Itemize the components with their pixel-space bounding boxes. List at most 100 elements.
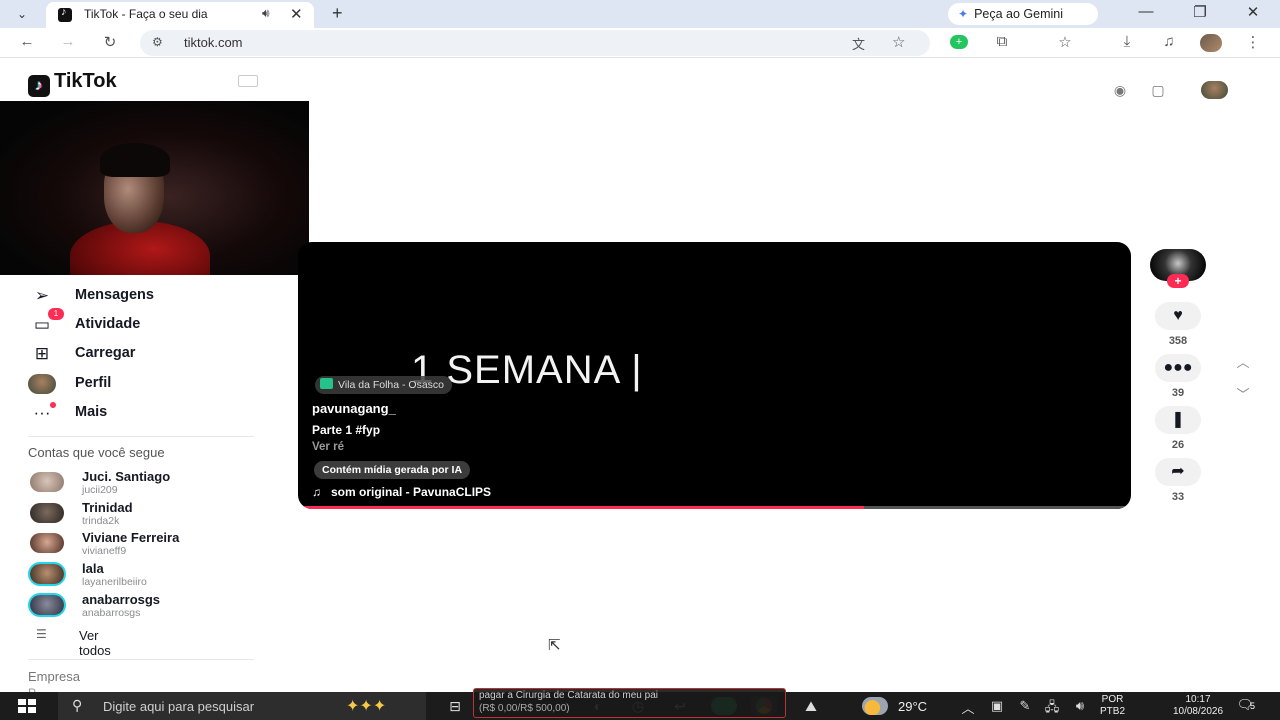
sidebar-item-label: Mais <box>75 404 108 420</box>
search-highlight-sparkle-icon: ✦✦✦ <box>346 698 387 715</box>
inbox-tray-icon[interactable]: ▢ <box>1148 82 1168 99</box>
gemini-label: Peça ao Gemini <box>974 7 1063 21</box>
taskbar-clock[interactable]: 10:17 10/08/2026 <box>1172 694 1224 718</box>
sidebar-item-label: Perfil <box>75 375 112 391</box>
download-icon[interactable]: ⤓ <box>1115 33 1139 50</box>
sidebar-collapse-icon[interactable] <box>238 75 258 87</box>
restore-icon[interactable]: ❐ <box>1185 3 1215 21</box>
language-indicator[interactable]: POR PTB2 <box>1100 694 1125 718</box>
tab-close-icon[interactable]: ✕ <box>290 5 303 23</box>
location-icon <box>320 378 333 389</box>
location-tag[interactable]: Vila da Folha - Osasco <box>315 376 453 394</box>
video-progress-bar[interactable] <box>298 506 1131 509</box>
notification-count: 5 <box>1250 701 1256 711</box>
previous-video-chevron-up-icon[interactable]: ︿ <box>1231 352 1255 370</box>
tiktok-logo[interactable]: ♪ TikTok <box>28 70 117 97</box>
see-more-link[interactable]: Ver ré <box>312 441 344 453</box>
back-icon[interactable]: ← <box>15 33 39 50</box>
sidebar-item-label: Carregar <box>75 345 136 361</box>
lang-line2: PTB2 <box>1100 706 1126 717</box>
avatar <box>30 503 64 523</box>
network-icon[interactable]: 🖧 <box>1042 698 1062 720</box>
bookmarks-icon[interactable]: ☆ <box>1053 33 1077 51</box>
new-tab-button[interactable]: + <box>332 3 343 24</box>
following-account-item[interactable]: Viviane Ferreira vivianeff9 <box>28 530 268 560</box>
preview-title: pagar a Cirurgia de Catarata do meu pai <box>479 690 658 701</box>
weather-icon[interactable] <box>862 697 888 715</box>
music-note-icon: ♫ <box>312 485 321 499</box>
location-label: Vila da Folha - Osasco <box>338 379 445 391</box>
following-account-item[interactable]: Juci. Santiago jucii209 <box>28 469 268 499</box>
sound-link[interactable]: ♫ som original - PavunaCLIPS <box>312 485 491 499</box>
browser-tab[interactable]: TikTok - Faça o seu dia 🔊︎ ✕ <box>46 2 314 28</box>
comment-button[interactable]: ●●● <box>1155 354 1201 382</box>
eye-icon[interactable]: ◉ <box>1110 82 1130 99</box>
clock-date: 10/08/2026 <box>1172 706 1224 717</box>
account-handle: jucii209 <box>82 484 118 496</box>
following-account-item[interactable]: Trinidad trinda2k <box>28 500 268 530</box>
gemini-button[interactable]: ✦ Peça ao Gemini <box>948 3 1098 25</box>
video-author[interactable]: pavunagang_ <box>312 401 396 416</box>
site-info-icon[interactable]: ⚙ <box>152 35 163 49</box>
webcam-overlay <box>0 101 309 275</box>
next-video-chevron-down-icon[interactable]: ﹀ <box>1231 384 1255 402</box>
extension-green-icon[interactable]: + <box>950 35 968 49</box>
task-view-icon[interactable]: ⊟ <box>442 696 468 716</box>
tab-search-chevron-icon[interactable]: ⌄ <box>10 5 34 23</box>
avatar <box>30 595 64 615</box>
browser-toolbar: ← → ↻ ⚙ tiktok.com 文 ☆ + ⧉ ☆ ⤓ ♫ ⋮ <box>0 28 1280 58</box>
media-control-icon[interactable]: ♫ <box>1157 33 1181 50</box>
share-button[interactable]: ➦ <box>1155 458 1201 486</box>
company-heading[interactable]: Empresa <box>28 669 80 684</box>
temperature[interactable]: 29°C <box>898 699 927 714</box>
tiktok-note-icon: ♪ <box>28 75 50 97</box>
share-count: 33 <box>1171 491 1185 503</box>
following-account-item[interactable]: lala layanerilbeiiro <box>28 561 268 591</box>
following-account-item[interactable]: anabarrosgs anabarrosgs <box>28 592 268 622</box>
bookmark-icon: ❚ <box>1171 411 1185 428</box>
taskbar-hover-preview[interactable]: pagar a Cirurgia de Catarata do meu pai … <box>473 688 786 718</box>
extensions-puzzle-icon[interactable]: ⧉ <box>990 33 1014 50</box>
video-player[interactable]: 1 SEMANA | Vila da Folha - Osasco pavuna… <box>298 242 1131 509</box>
account-name: Viviane Ferreira <box>82 530 180 545</box>
tray-app-icon[interactable]: ▣ <box>987 698 1007 714</box>
app-mountain-icon[interactable]: ⛰ <box>798 696 824 716</box>
comment-count: 39 <box>1171 387 1185 399</box>
bookmark-star-icon[interactable]: ☆ <box>892 33 905 51</box>
account-name: anabarrosgs <box>82 592 161 607</box>
sidebar-item-label: Atividade <box>75 316 141 332</box>
search-placeholder: Digite aqui para pesquisar <box>103 699 255 714</box>
sidebar-divider <box>28 659 254 660</box>
account-name: Trinidad <box>82 500 133 515</box>
share-arrow-icon: ➦ <box>1171 463 1185 480</box>
address-bar[interactable]: ⚙ tiktok.com 文 ☆ <box>140 30 930 56</box>
webcam-person-hair <box>100 143 170 177</box>
activity-badge: 1 <box>48 308 64 320</box>
forward-icon[interactable]: → <box>56 33 80 50</box>
gemini-sparkle-icon: ✦ <box>958 7 969 21</box>
save-button[interactable]: ❚ <box>1155 406 1201 434</box>
close-window-icon[interactable]: ✕ <box>1238 3 1268 21</box>
taskbar-search-input[interactable]: ⚲ Digite aqui para pesquisar ✦✦✦ <box>58 692 426 720</box>
tab-audio-icon[interactable]: 🔊︎ <box>262 6 270 21</box>
like-button[interactable]: ♥ <box>1155 302 1201 330</box>
lang-line1: POR <box>1101 694 1124 705</box>
account-handle: anabarrosgs <box>82 607 141 619</box>
see-all-label: Ver todos <box>79 628 111 658</box>
video-progress-fill <box>298 506 865 509</box>
mouse-cursor-icon: ⇱ <box>548 637 561 654</box>
clock-time: 10:17 <box>1185 694 1211 705</box>
minimize-icon[interactable]: — <box>1131 3 1161 20</box>
ai-content-label: Contém mídia gerada por IA <box>314 461 471 479</box>
browser-menu-icon[interactable]: ⋮ <box>1241 33 1265 51</box>
tray-chevron-up-icon[interactable]: ︿ <box>958 698 978 717</box>
browser-profile-avatar[interactable] <box>1200 34 1222 52</box>
follow-button[interactable]: + <box>1167 274 1189 288</box>
tray-pen-icon[interactable]: ✎ <box>1015 698 1035 714</box>
list-icon: ☰ <box>36 627 47 641</box>
translate-icon[interactable]: 文 <box>852 34 865 53</box>
windows-start-icon[interactable] <box>18 699 36 713</box>
reload-icon[interactable]: ↻ <box>98 33 122 51</box>
header-profile-avatar[interactable] <box>1201 81 1228 99</box>
volume-icon[interactable]: 🔊︎ <box>1070 698 1090 714</box>
